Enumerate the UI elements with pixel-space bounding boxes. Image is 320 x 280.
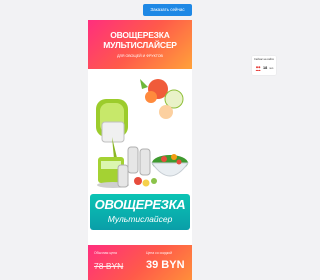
header-banner: ОВОЩЕРЕЗКА МУЛЬТИСЛАЙСЕР ДЛЯ ОВОЩЕЙ И ФР… (88, 20, 192, 69)
visitors-widget: Сейчас на сайте 18 чел. (252, 56, 276, 75)
header-title: ОВОЩЕРЕЗКА МУЛЬТИСЛАЙСЕР (88, 30, 192, 50)
slicer-blade-cylinder (101, 121, 125, 143)
new-price: 39 BYN (146, 259, 185, 271)
carrot-slices (145, 91, 157, 103)
header-title-line2: МУЛЬТИСЛАЙСЕР (103, 39, 177, 50)
blade-drum-3 (117, 164, 129, 188)
brand-subtitle: Мультислайсер (107, 214, 173, 224)
visitors-count: 18 (263, 66, 268, 70)
landing-column: ОВОЩЕРЕЗКА МУЛЬТИСЛАЙСЕР ДЛЯ ОВОЩЕЙ И ФР… (88, 20, 192, 280)
order-now-button[interactable]: Заказать сейчас (143, 4, 192, 16)
price-box: Обычная цена Цена со скидкой 78 BYN 39 B… (88, 245, 192, 280)
brand-title: ОВОЩЕРЕЗКА (94, 197, 186, 212)
old-price: 78 BYN (94, 261, 124, 271)
brand-banner: ОВОЩЕРЕЗКА Мультислайсер (90, 194, 190, 230)
potato-slices (159, 105, 173, 119)
blade-drum-2 (139, 148, 151, 176)
header-subtitle: ДЛЯ ОВОЩЕЙ И ФРУКТОВ (117, 54, 163, 58)
old-price-label: Обычная цена (94, 251, 117, 255)
visitors-unit: чел. (269, 67, 274, 70)
product-image: ОВОЩЕРЕЗКА Мультислайсер (88, 77, 192, 242)
new-price-label: Цена со скидкой (146, 251, 173, 255)
herbs (140, 79, 148, 89)
blade-drum-1 (127, 146, 139, 174)
visitors-label: Сейчас на сайте (254, 58, 274, 61)
people-icon (255, 66, 261, 71)
salad-bowl (151, 162, 189, 177)
